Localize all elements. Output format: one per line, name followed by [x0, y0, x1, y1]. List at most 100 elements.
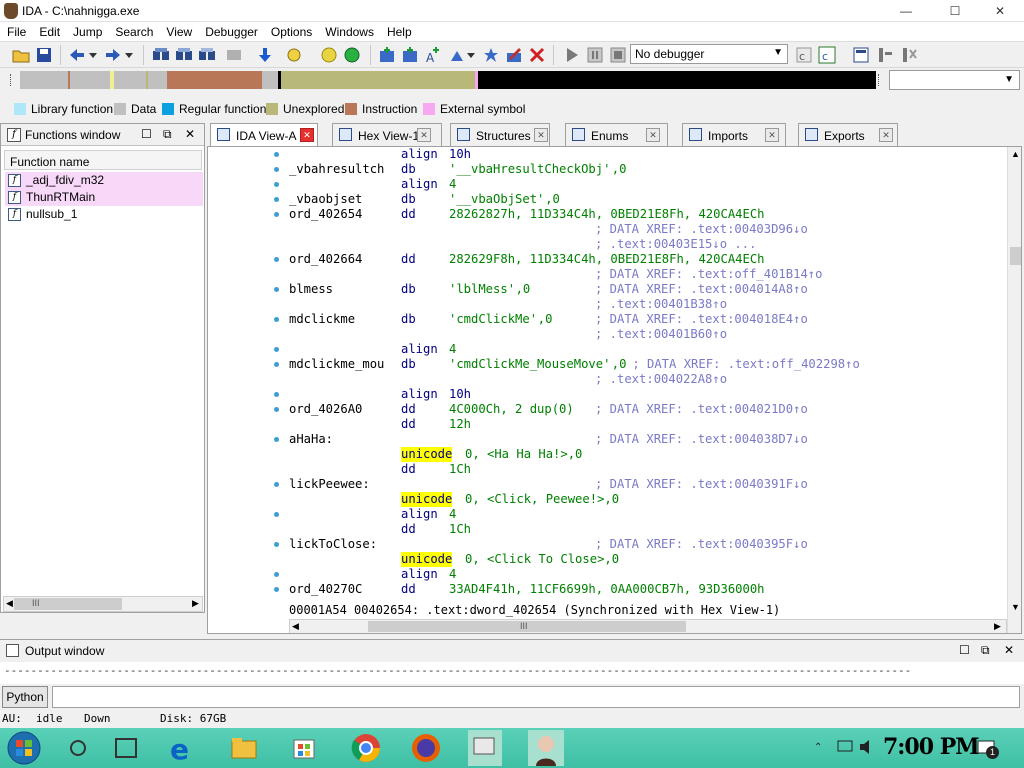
create-function-icon[interactable] [378, 46, 396, 64]
python-command-input[interactable] [52, 686, 1020, 708]
binoculars-binary-icon[interactable] [175, 46, 193, 64]
disassembly-view[interactable]: align 10h _vbahresultch db '__vbaHresultChec… [207, 146, 1022, 634]
navigation-band[interactable] [20, 71, 876, 89]
functions-hscrollbar[interactable]: ◀ III ▶ [3, 596, 203, 612]
step-over-icon[interactable]: c [818, 46, 836, 64]
pause-icon[interactable] [586, 46, 604, 64]
network-icon[interactable] [836, 738, 854, 756]
disassembly-listing[interactable]: align 10h _vbahresultch db '__vbaHresultChec… [289, 147, 1001, 603]
disasm-label[interactable]: ord_402654 [289, 207, 362, 222]
disasm-comment[interactable]: ; DATA XREF: .text:off_402298↑o [625, 357, 859, 372]
scroll-thumb[interactable] [1010, 247, 1021, 265]
close-tab-icon[interactable]: ✕ [879, 128, 893, 142]
disasm-mnemonic[interactable]: dd [401, 252, 416, 267]
search-next-icon[interactable] [225, 46, 243, 64]
back-arrow-icon[interactable] [68, 46, 86, 64]
green-circle-icon[interactable] [343, 46, 361, 64]
minimize-button[interactable]: — [886, 1, 926, 21]
disasm-label[interactable]: mdclickme [289, 312, 355, 327]
tab-hex-view-1[interactable]: Hex View-1 ✕ [332, 123, 442, 146]
menu-search[interactable]: Search [108, 22, 159, 39]
disasm-operand[interactable]: '__vbaHresultCheckObj' [449, 162, 610, 177]
tab-imports[interactable]: Imports ✕ [682, 123, 786, 146]
create-string-icon[interactable]: A [424, 46, 442, 64]
edit-icon[interactable] [505, 46, 523, 64]
forward-arrow-icon[interactable] [104, 46, 122, 64]
disasm-mnemonic[interactable]: unicode [401, 492, 453, 507]
scroll-down-icon[interactable]: ▼ [1011, 602, 1020, 612]
disasm-operand[interactable]: 0, <Click To Close>,0 [465, 552, 619, 567]
store-icon[interactable] [286, 730, 322, 766]
flashlight-icon[interactable] [285, 46, 303, 64]
step-into-icon[interactable]: c [795, 46, 813, 64]
disasm-operand[interactable]: 4 [449, 507, 456, 522]
float-window-icon[interactable]: ☐ [141, 127, 152, 141]
close-tab-icon[interactable]: ✕ [534, 128, 548, 142]
open-folder-icon[interactable] [12, 46, 30, 64]
menu-jump[interactable]: Jump [66, 22, 108, 39]
disasm-label[interactable]: ord_402664 [289, 252, 362, 267]
disasm-operand[interactable]: 4 [449, 567, 456, 582]
close-tab-icon[interactable]: ✕ [300, 128, 314, 142]
task-view-icon[interactable] [108, 730, 144, 766]
tab-ida-view-a[interactable]: IDA View-A ✕ [210, 123, 318, 147]
disasm-comment[interactable]: ; DATA XREF: .text:004038D7↓o [595, 432, 808, 447]
function-list-item[interactable]: f ThunRTMain [5, 189, 203, 206]
yellow-circle-icon[interactable] [320, 46, 338, 64]
taskbar-clock[interactable]: 7:00 PM [883, 734, 980, 760]
menu-help[interactable]: Help [380, 22, 418, 39]
disasm-mnemonic[interactable]: align [401, 177, 438, 192]
disasm-operand[interactable]: ,0 [516, 282, 531, 297]
disasm-label[interactable]: blmess [289, 282, 333, 297]
forward-dropdown-icon[interactable] [124, 46, 134, 64]
disasm-comment[interactable]: ; .text:004022A8↑o [595, 372, 727, 387]
function-list-item[interactable]: f nullsub_1 [5, 206, 203, 223]
disasm-mnemonic[interactable]: db [401, 282, 416, 297]
disasm-comment[interactable]: ; .text:00403E15↓o ... [595, 237, 756, 252]
disasm-label[interactable]: lickToClose: [289, 537, 377, 552]
disasm-operand[interactable]: 4 [449, 342, 456, 357]
windows-start-icon[interactable] [6, 730, 42, 766]
disasm-mnemonic[interactable]: dd [401, 582, 416, 597]
disasm-comment[interactable]: ; DATA XREF: .text:0040395F↓o [595, 537, 808, 552]
disasm-comment[interactable]: ; DATA XREF: .text:0040391F↓o [595, 477, 808, 492]
tab-structures[interactable]: Structures ✕ [450, 123, 550, 146]
disasm-mnemonic[interactable]: dd [401, 417, 416, 432]
disasm-operand[interactable]: 10h [449, 387, 471, 402]
stop-icon[interactable] [609, 46, 627, 64]
binoculars-immediate-icon[interactable] [198, 46, 216, 64]
disassembly-vscrollbar[interactable]: ▲ ▼ [1007, 147, 1021, 633]
disasm-operand[interactable]: 1Ch [449, 522, 471, 537]
disasm-mnemonic[interactable]: db [401, 357, 416, 372]
close-icon[interactable]: ✕ [185, 127, 195, 141]
disasm-mnemonic[interactable]: db [401, 312, 416, 327]
disasm-operand[interactable]: 10h [449, 147, 471, 162]
disasm-comment[interactable]: ; DATA XREF: .text:004014A8↑o [595, 282, 808, 297]
function-list-item[interactable]: f _adj_fdiv_m32 [5, 172, 203, 189]
navigation-select[interactable]: ▼ [889, 70, 1020, 90]
disasm-label[interactable]: _vbaobjset [289, 192, 362, 207]
disasm-operand[interactable]: 0, <Click, Peewee!>,0 [465, 492, 619, 507]
disasm-mnemonic[interactable]: unicode [401, 447, 453, 462]
menu-windows[interactable]: Windows [318, 22, 380, 39]
disasm-mnemonic[interactable]: db [401, 162, 416, 177]
restore-window-icon[interactable]: ⧉ [163, 127, 172, 142]
disasm-operand[interactable]: 33AD4F41h, 11CF6699h, 0AA000CB7h, 93D360… [449, 582, 765, 597]
chrome-browser-icon[interactable] [348, 730, 384, 766]
firefox-browser-icon[interactable] [408, 730, 444, 766]
scroll-thumb[interactable] [14, 598, 122, 610]
maximize-button[interactable]: ☐ [935, 1, 975, 21]
plugin-icon[interactable] [900, 46, 918, 64]
disasm-operand[interactable]: 1Ch [449, 462, 471, 477]
tools-icon[interactable] [876, 46, 894, 64]
disasm-operand[interactable]: ,0 [612, 162, 627, 177]
disasm-mnemonic[interactable]: dd [401, 522, 416, 537]
disasm-operand[interactable]: ,0 [538, 312, 553, 327]
menu-options[interactable]: Options [264, 22, 318, 39]
function-name-column-header[interactable]: Function name [4, 150, 202, 170]
undefine-x-icon[interactable] [528, 46, 546, 64]
portrait-app-icon[interactable] [528, 730, 564, 766]
disasm-comment[interactable]: ; DATA XREF: .text:00403D96↓o [595, 222, 808, 237]
disasm-mnemonic[interactable]: align [401, 342, 438, 357]
disasm-comment[interactable]: ; .text:00401B60↑o [595, 327, 727, 342]
